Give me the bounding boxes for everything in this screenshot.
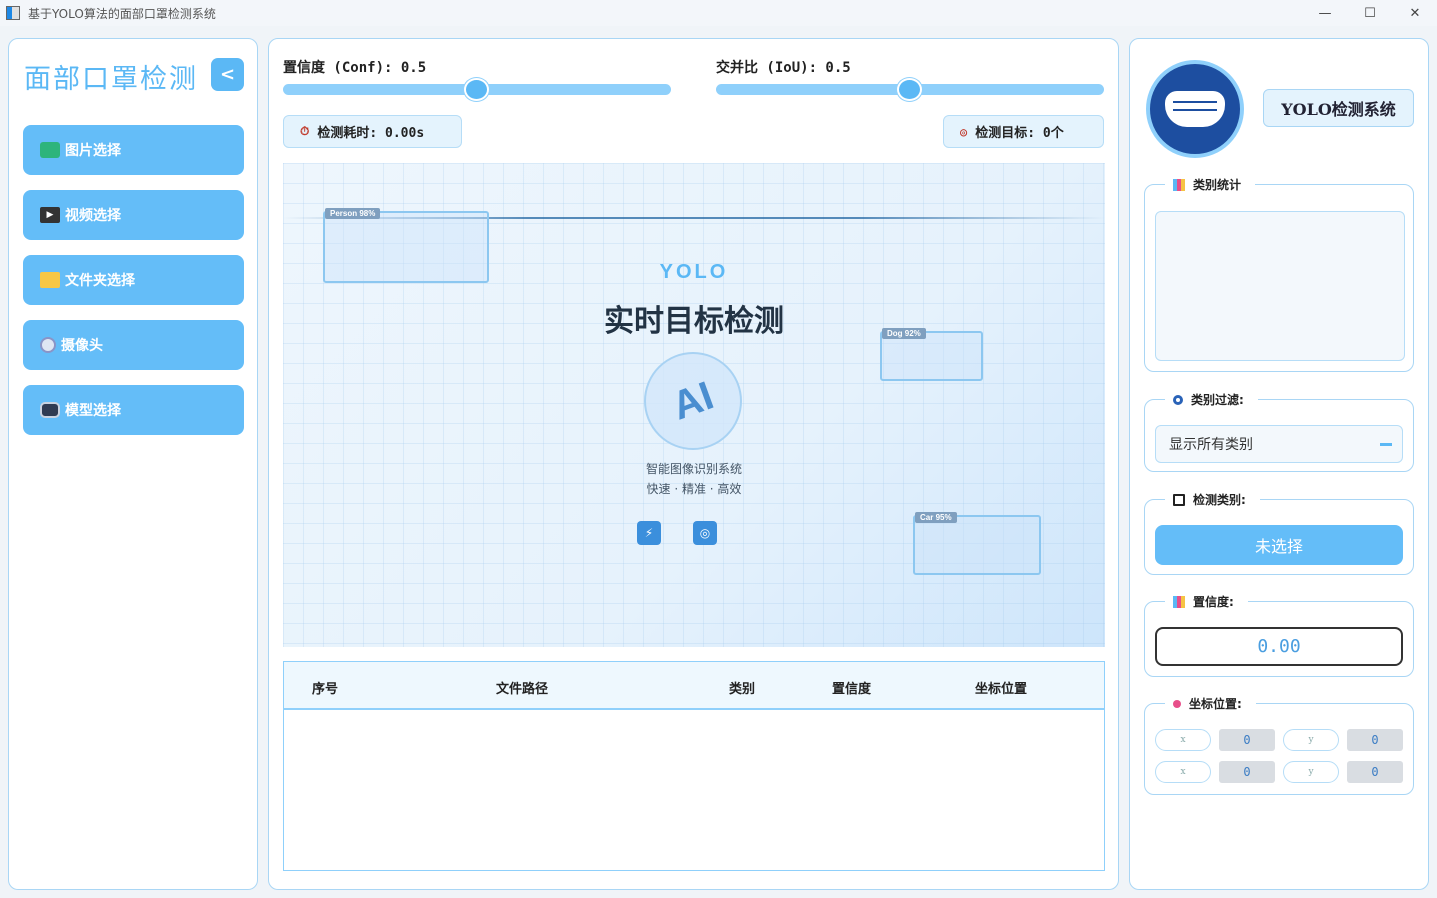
stopwatch-icon: ⏱ — [300, 124, 310, 138]
sidebar: 面部口罩检测 < 图片选择 ▶ 视频选择 文件夹选择 摄像头 模型选择 — [8, 38, 258, 890]
table-header: 序号 文件路径 类别 置信度 坐标位置 — [284, 662, 1104, 710]
conf-slider-handle[interactable] — [464, 78, 489, 101]
collapse-button[interactable]: < — [211, 58, 244, 91]
coord-x2-label: x — [1155, 761, 1211, 783]
column-header-class: 类别 — [729, 682, 756, 697]
coord-x1-label: x — [1155, 729, 1211, 751]
lightning-icon: ⚡ — [637, 521, 661, 545]
maximize-button[interactable]: ☐ — [1347, 0, 1393, 26]
video-select-label: 视频选择 — [65, 208, 121, 224]
target-count-badge: ◎ 检测目标: 0个 — [943, 115, 1104, 148]
detect-class-title: 检测类别: — [1165, 491, 1260, 508]
target-icon: ◎ — [960, 124, 968, 139]
coords-label: 坐标位置: — [1189, 697, 1242, 711]
results-table: 序号 文件路径 类别 置信度 坐标位置 — [283, 661, 1105, 871]
app-icon — [6, 6, 20, 20]
column-header-confidence: 置信度 — [832, 682, 872, 697]
model-select-label: 模型选择 — [65, 403, 121, 419]
bar-chart-icon — [1173, 595, 1185, 608]
confidence-group: 置信度: 0.00 — [1144, 593, 1414, 677]
iou-slider-handle[interactable] — [897, 78, 922, 101]
preview-title: 实时目标检测 — [604, 304, 784, 339]
class-filter-select[interactable]: 显示所有类别 — [1155, 425, 1403, 463]
class-stats-area — [1155, 211, 1405, 361]
coord-x1-value: 0 — [1219, 729, 1275, 751]
detect-time-label: 检测耗时: 0.00s — [317, 126, 425, 141]
checkbox-icon — [1173, 493, 1185, 506]
column-header-index: 序号 — [312, 682, 339, 697]
conf-slider-label: 置信度 (Conf): 0.5 — [283, 60, 427, 76]
class-filter-label: 类别过滤: — [1191, 393, 1244, 407]
confidence-title: 置信度: — [1165, 593, 1248, 610]
title-bar: 基于YOLO算法的面部口罩检测系统 — ☐ ✕ — [0, 0, 1437, 26]
dropdown-arrow-icon — [1380, 443, 1392, 446]
folder-icon — [40, 272, 60, 288]
ai-icon: AI — [644, 352, 742, 450]
preview-subtitle: 智能图像识别系统 — [645, 462, 742, 476]
image-preview: Person 98% Dog 92% Car 95% YOLO 实时目标检测 A… — [283, 163, 1105, 647]
column-header-path: 文件路径 — [496, 682, 549, 697]
column-header-coords: 坐标位置 — [975, 682, 1028, 697]
class-filter-group: 类别过滤: 显示所有类别 — [1144, 391, 1414, 472]
detect-class-label: 检测类别: — [1193, 493, 1246, 507]
detect-class-button[interactable]: 未选择 — [1155, 525, 1403, 565]
confidence-value: 0.00 — [1155, 627, 1403, 666]
camera-button[interactable]: 摄像头 — [23, 320, 244, 370]
folder-select-button[interactable]: 文件夹选择 — [23, 255, 244, 305]
coord-y1-label: y — [1283, 729, 1339, 751]
coords-title: 坐标位置: — [1165, 695, 1256, 712]
detect-class-group: 检测类别: 未选择 — [1144, 491, 1414, 575]
coord-y1-value: 0 — [1347, 729, 1403, 751]
class-filter-value: 显示所有类别 — [1169, 437, 1253, 453]
class-stats-title: 类别统计 — [1165, 176, 1256, 193]
coord-x2-value: 0 — [1219, 761, 1275, 783]
detection-label: Car 95% — [915, 512, 957, 523]
search-icon — [1173, 394, 1183, 405]
minimize-button[interactable]: — — [1302, 0, 1348, 26]
coord-y2-value: 0 — [1347, 761, 1403, 783]
sidebar-title: 面部口罩检测 — [24, 64, 198, 95]
class-stats-group: 类别统计 — [1144, 176, 1414, 372]
target-icon: ◎ — [693, 521, 717, 545]
model-select-button[interactable]: 模型选择 — [23, 385, 244, 435]
image-select-label: 图片选择 — [65, 143, 121, 159]
close-button[interactable]: ✕ — [1392, 0, 1437, 26]
bar-chart-icon — [1173, 178, 1185, 191]
class-stats-label: 类别统计 — [1193, 178, 1242, 192]
confidence-label: 置信度: — [1193, 595, 1234, 609]
coords-group: 坐标位置: x 0 y 0 x 0 y 0 — [1144, 695, 1414, 795]
video-select-button[interactable]: ▶ 视频选择 — [23, 190, 244, 240]
pin-icon — [1173, 699, 1181, 708]
image-icon — [40, 142, 60, 158]
info-panel: YOLO检测系统 类别统计 类别过滤: 显示所有类别 检测类别: 未选择 置信度… — [1129, 38, 1429, 890]
mask-logo — [1146, 60, 1244, 158]
robot-icon — [40, 402, 60, 418]
chevron-left-icon: < — [219, 64, 236, 85]
detect-time-badge: ⏱ 检测耗时: 0.00s — [283, 115, 462, 148]
clapperboard-icon: ▶ — [40, 207, 60, 223]
webcam-icon — [40, 337, 56, 353]
folder-select-label: 文件夹选择 — [65, 273, 135, 289]
ai-text: AI — [666, 373, 720, 429]
system-name: YOLO检测系统 — [1263, 89, 1414, 127]
target-count-label: 检测目标: 0个 — [975, 126, 1064, 141]
detection-box: Car 95% — [913, 512, 1041, 575]
main-panel: 置信度 (Conf): 0.5 交并比 (IoU): 0.5 ⏱ 检测耗时: 0… — [268, 38, 1119, 890]
iou-slider-label: 交并比 (IoU): 0.5 — [716, 60, 851, 76]
window-title: 基于YOLO算法的面部口罩检测系统 — [28, 6, 216, 21]
camera-label: 摄像头 — [61, 338, 103, 354]
detection-label: Person 98% — [325, 208, 381, 219]
image-select-button[interactable]: 图片选择 — [23, 125, 244, 175]
yolo-tag: YOLO — [659, 261, 729, 283]
class-filter-title: 类别过滤: — [1165, 391, 1258, 408]
coord-y2-label: y — [1283, 761, 1339, 783]
preview-tagline: 快速 · 精准 · 高效 — [646, 482, 742, 496]
face-mask-icon — [1165, 91, 1225, 127]
